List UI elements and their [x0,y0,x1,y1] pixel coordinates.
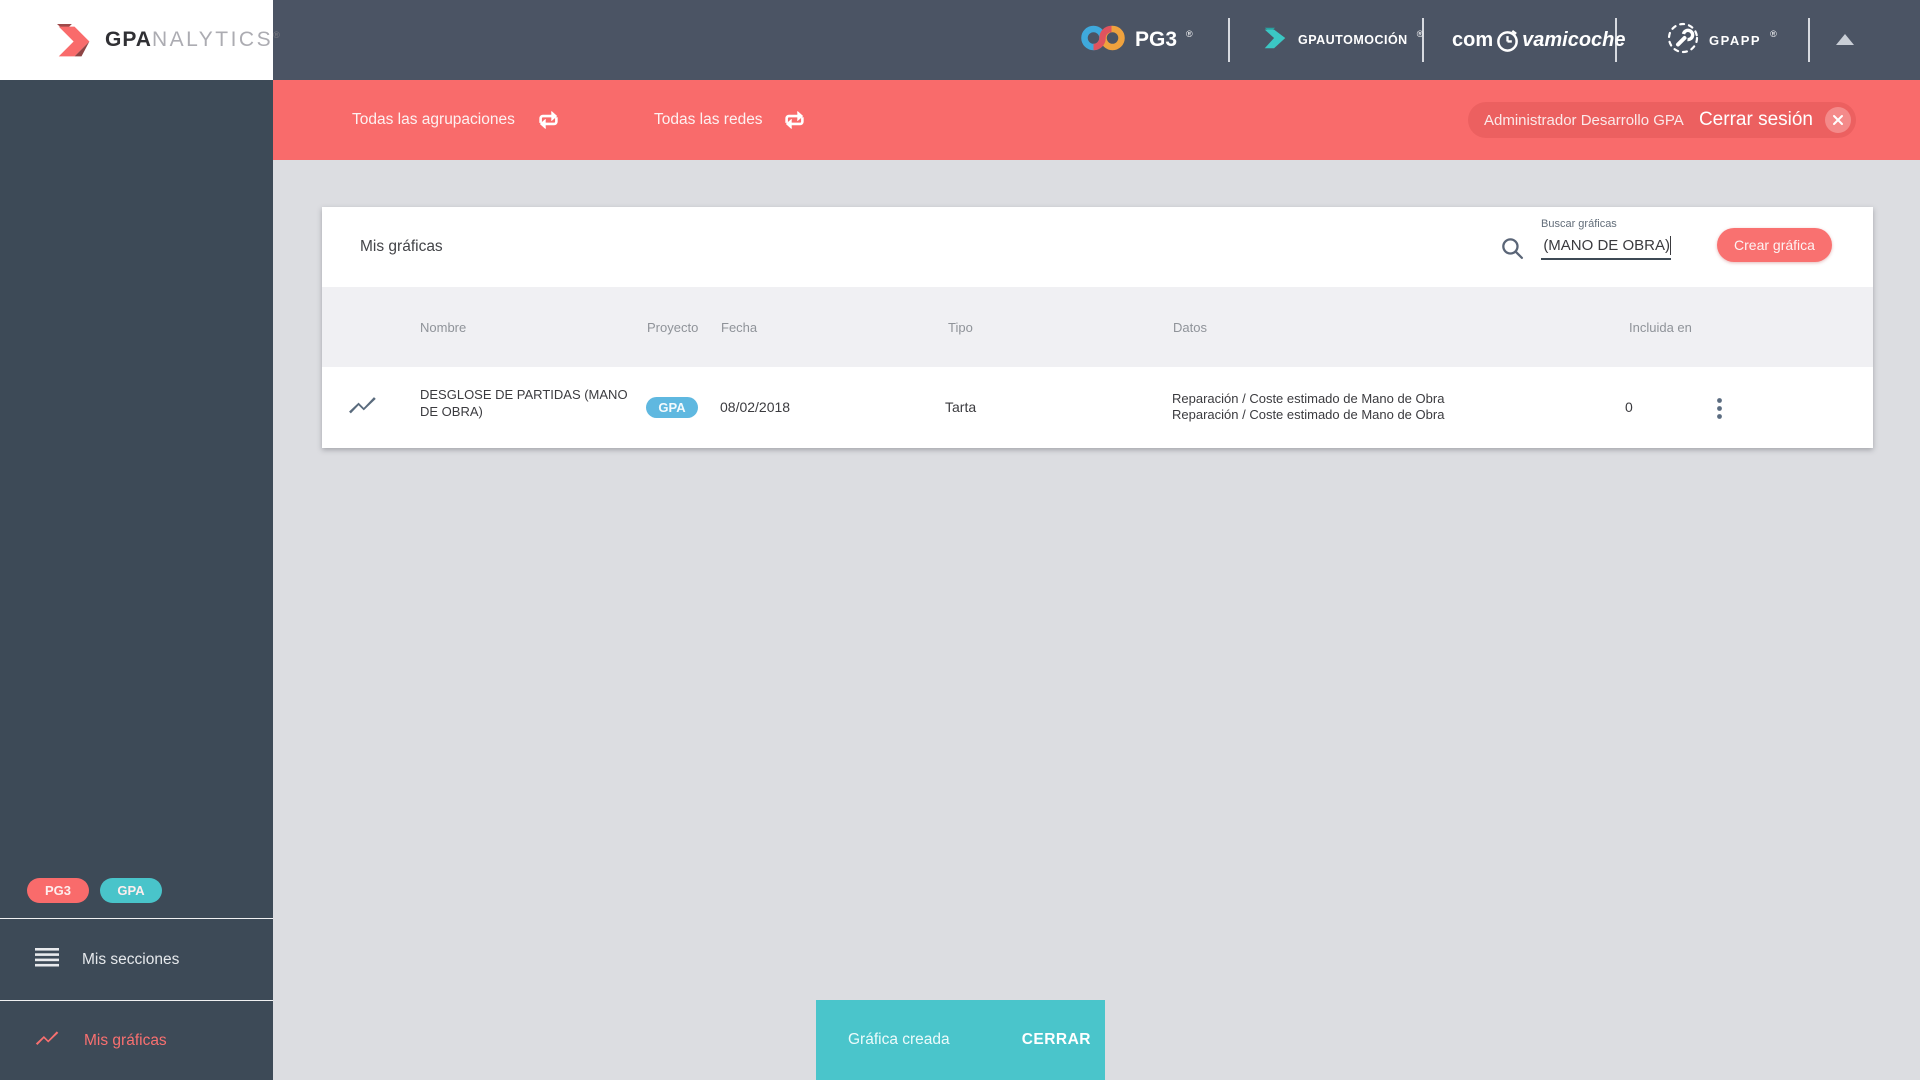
cell-date: 08/02/2018 [720,399,791,415]
cell-data-series: Reparación / Coste estimado de Mano de O… [1172,391,1445,422]
header-divider [1228,18,1230,62]
swap-networks-icon[interactable] [781,108,808,137]
swap-groupings-icon[interactable] [535,108,562,137]
app-header: GPANALYTICS® PG3 ® GPAUTOMOCIÓN ® com va… [0,0,1920,80]
hamburger-menu-icon [35,947,59,972]
sidebar-item-charts[interactable]: Mis gráficas [0,1001,273,1080]
cell-type: Tarta [945,399,977,415]
snackbar: Gráfica creada CERRAR [816,1000,1105,1080]
cell-chart-name: DESGLOSE DE PARTIDAS (MANO DE OBRA) [420,387,628,419]
gpautomocion-arrow-icon [1261,24,1289,57]
sidebar-badge-gpa[interactable]: GPA [100,878,162,903]
header-divider [1808,18,1810,62]
column-header-nombre: Nombre [420,319,467,335]
pg3-infinity-icon [1080,23,1126,58]
table-header: Nombre Proyecto Fecha Tipo Datos Incluid… [322,287,1873,367]
text-caret [1670,235,1671,255]
table-row[interactable]: DESGLOSE DE PARTIDAS (MANO DE OBRA) GPA … [322,367,1873,448]
filter-networks[interactable]: Todas las redes [654,80,763,160]
search-underline [1541,258,1671,260]
line-chart-icon [348,393,379,422]
header-app-gpapp[interactable]: GPAPP ® [1666,0,1777,80]
header-app-comprovamicoche[interactable]: com vamicoche [1452,0,1626,80]
collapse-header-arrow-icon[interactable] [1836,34,1854,45]
snackbar-message: Gráfica creada [848,1031,950,1048]
application-window: GPANALYTICS® PG3 ® GPAUTOMOCIÓN ® com va… [0,0,1920,1080]
logged-user-label: Administrador Desarrollo GPA [1484,111,1684,129]
column-header-proyecto: Proyecto [647,319,699,335]
charts-card: Mis gráficas Buscar gráficas S (MANO DE … [322,207,1873,448]
card-title: Mis gráficas [360,238,443,255]
sidebar-badge-pg3[interactable]: PG3 [27,878,89,903]
sidebar-badges: PG3 GPA [0,878,273,903]
create-chart-button[interactable]: Crear gráfica [1717,228,1832,262]
filter-groupings[interactable]: Todas las agrupaciones [352,80,515,160]
stopwatch-icon [1495,28,1520,53]
column-header-fecha: Fecha [721,319,758,335]
column-header-datos: Datos [1173,319,1207,335]
header-divider [1615,18,1617,62]
column-header-incluida-en: Incluida en [1629,319,1692,335]
gpanalytics-logo[interactable]: GPANALYTICS® [0,0,280,80]
cell-included-count: 0 [1625,399,1633,415]
header-app-gpautomocion[interactable]: GPAUTOMOCIÓN ® [1261,0,1423,80]
session-pill: Administrador Desarrollo GPA Cerrar sesi… [1468,102,1856,138]
search-field-label: Buscar gráficas [1541,218,1617,230]
sidebar-item-sections[interactable]: Mis secciones [0,919,273,1000]
line-chart-icon [35,1028,61,1053]
wrench-icon [1666,21,1700,60]
filter-bar: Todas las agrupaciones Todas las redes A… [273,80,1920,160]
row-menu-kebab-icon[interactable] [1710,395,1729,428]
sidebar: PG3 GPA Mis secciones Mis gráficas [0,80,273,1080]
search-icon[interactable] [1500,236,1525,266]
logout-button[interactable]: Cerrar sesión [1699,109,1813,131]
gpanalytics-arrow-icon [48,17,94,64]
gpanalytics-logo-text: GPANALYTICS® [105,28,281,51]
column-header-tipo: Tipo [948,319,973,335]
header-divider [1422,18,1424,62]
header-app-pg3[interactable]: PG3 ® [1080,0,1193,80]
logout-close-icon[interactable] [1825,107,1851,133]
search-input[interactable]: S (MANO DE OBRA) [1541,233,1671,257]
project-badge: GPA [646,397,698,418]
snackbar-close-button[interactable]: CERRAR [1022,1031,1091,1049]
